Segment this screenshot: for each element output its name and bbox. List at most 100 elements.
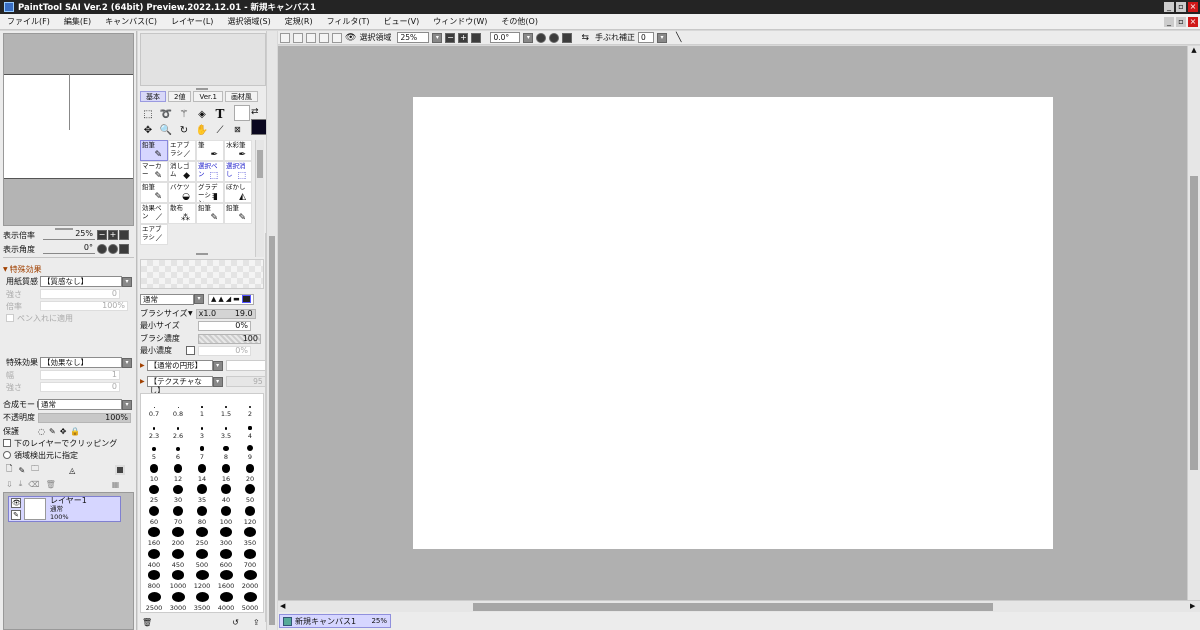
zoom-icon[interactable]: 🔍	[159, 123, 173, 137]
canvas[interactable]	[413, 97, 1053, 549]
brush-scrollbar[interactable]	[255, 140, 264, 257]
undo-button[interactable]	[280, 32, 290, 43]
swap-colors-icon[interactable]: ⇄	[251, 107, 259, 117]
shape-square-icon[interactable]	[241, 295, 251, 303]
brush-size-cell[interactable]: 250	[191, 527, 213, 547]
deselect-button[interactable]	[306, 32, 316, 43]
doc-close-button[interactable]: ×	[1188, 17, 1198, 27]
opacity-slider[interactable]: 100%	[38, 412, 131, 423]
transparent-color-icon[interactable]: ⊠	[234, 125, 241, 134]
foreground-color-swatch[interactable]	[251, 119, 267, 135]
chevron-down-icon[interactable]: ▾	[212, 360, 223, 371]
brush-size-cell[interactable]: 3000	[167, 591, 189, 612]
minimize-button[interactable]: _	[1164, 2, 1174, 12]
effect-width-slider[interactable]: 1	[40, 370, 120, 380]
brush-size-cell[interactable]: 7	[191, 441, 213, 461]
canvas-workspace[interactable]	[278, 46, 1187, 600]
min-size-slider[interactable]: 0%	[198, 320, 251, 331]
toolbar-angle-select[interactable]: 0.0°	[490, 32, 521, 43]
eye-icon[interactable]: 👁	[345, 33, 356, 43]
brush-cell[interactable]: エアブラシ ⟋	[140, 224, 168, 245]
scroll-thumb[interactable]	[269, 236, 275, 625]
brush-cell[interactable]: 筆 ✒	[196, 140, 224, 161]
trash-icon[interactable]: 🗑	[46, 480, 56, 489]
select-all-button[interactable]	[319, 32, 329, 43]
effect-strength-slider[interactable]: 0	[40, 382, 120, 392]
brush-size-cell[interactable]: 40	[215, 484, 237, 504]
brush-size-cell[interactable]: 4000	[215, 591, 237, 612]
brush-size-cell[interactable]: 700	[239, 548, 261, 569]
brush-size-cell[interactable]: 400	[143, 548, 165, 569]
scroll-thumb[interactable]	[473, 603, 993, 611]
redo-button[interactable]	[293, 32, 303, 43]
brush-size-cell[interactable]: 0.7	[143, 398, 165, 418]
shape-hill-icon[interactable]: ▲	[218, 295, 223, 303]
source-checkbox[interactable]	[3, 451, 11, 459]
layer-preview-icon[interactable]	[115, 465, 126, 475]
menu-edit[interactable]: 編集(E)	[57, 16, 98, 27]
brush-size-cell[interactable]: 160	[143, 527, 165, 547]
menu-view[interactable]: ビュー(V)	[377, 16, 427, 27]
brush-density-slider[interactable]: 100	[198, 333, 261, 344]
brush-size-cell[interactable]: 1200	[191, 570, 213, 590]
angle-slider[interactable]: 0°	[43, 244, 95, 254]
brush-texture-amount[interactable]: 95	[225, 376, 266, 387]
hand-icon[interactable]: ✋	[195, 123, 209, 137]
brush-size-cell[interactable]: 1000	[167, 570, 189, 590]
brush-size-cell[interactable]: 8	[215, 441, 237, 461]
expand-arrow-icon[interactable]: ▶	[140, 378, 145, 385]
undo-icon[interactable]: ↺	[232, 618, 239, 627]
stabilizer-select[interactable]: 0	[637, 32, 654, 43]
chevron-down-icon[interactable]: ▾	[122, 276, 132, 287]
brush-size-cell[interactable]: 0.8	[167, 398, 189, 418]
zoom-in-button[interactable]: +	[108, 230, 118, 240]
brush-size-cell[interactable]: 25	[143, 484, 165, 504]
brush-size-cell[interactable]: 60	[143, 505, 165, 526]
zoom-reset-button[interactable]	[119, 230, 129, 240]
brush-shape-amount[interactable]	[225, 360, 266, 371]
scroll-left-icon[interactable]: ◀	[280, 602, 285, 611]
pen-icon[interactable]: ✎	[11, 510, 21, 520]
shape-icon[interactable]: ◈	[195, 107, 209, 121]
brush-size-cell[interactable]: 3	[191, 420, 213, 440]
paper-texture-select[interactable]: 【質感なし】	[40, 276, 122, 287]
expand-arrow-icon[interactable]: ▶	[140, 362, 145, 369]
brush-size-cell[interactable]: 120	[239, 505, 261, 526]
transfer-down-icon[interactable]: ⇩	[6, 480, 13, 489]
layer-mask-icon[interactable]: ◬	[69, 466, 75, 475]
tab-ver1[interactable]: Ver.1	[193, 91, 223, 102]
navigator-preview[interactable]	[3, 33, 134, 226]
chevron-down-icon[interactable]: ▾	[432, 32, 443, 43]
brush-texture-select[interactable]: 【テクスチャなし】	[146, 376, 213, 395]
magic-wand-icon[interactable]: ⚚	[177, 107, 191, 121]
brush-cell[interactable]: 鉛筆 ✎	[196, 203, 224, 224]
zoom-out-button[interactable]: −	[445, 32, 456, 43]
brush-cell[interactable]: 消しゴム ◆	[168, 161, 196, 182]
brush-mode-select[interactable]: 通常	[140, 293, 194, 305]
tab-basic[interactable]: 基本	[140, 91, 166, 102]
new-layer-icon[interactable]: 🗋	[6, 463, 12, 477]
lasso-icon[interactable]: ➰	[159, 107, 173, 121]
brush-size-cell[interactable]: 9	[239, 441, 261, 461]
menu-layer[interactable]: レイヤー(L)	[164, 16, 220, 27]
eyedropper-icon[interactable]: ⟋	[213, 123, 227, 137]
brush-size-cell[interactable]: 20	[239, 463, 261, 483]
flip-icon[interactable]: ⇆	[581, 33, 589, 43]
tab-art-media[interactable]: 画材風	[224, 91, 258, 102]
brush-size-cell[interactable]: 6	[167, 441, 189, 461]
scroll-thumb[interactable]	[257, 150, 263, 178]
brush-cell[interactable]: バケツ ◒	[168, 182, 196, 203]
blend-mode-select[interactable]: 通常	[38, 399, 122, 410]
brush-size-cell[interactable]: 600	[215, 548, 237, 569]
rotate-right-button[interactable]	[108, 244, 118, 254]
brush-size-cell[interactable]: 1.5	[215, 398, 237, 418]
scroll-up-icon[interactable]: ▲	[1188, 46, 1200, 55]
brush-size-cell[interactable]: 1	[191, 398, 213, 418]
eye-icon[interactable]: 👁	[11, 498, 21, 508]
brush-size-cell[interactable]: 2000	[239, 570, 261, 590]
min-density-slider[interactable]: 0%	[198, 345, 251, 356]
protect-transparency-icon[interactable]: ◌	[38, 427, 45, 436]
zoom-in-button[interactable]: +	[458, 32, 469, 43]
invert-selection-button[interactable]	[332, 32, 342, 43]
brush-cell[interactable]: 散布 ⁂	[168, 203, 196, 224]
